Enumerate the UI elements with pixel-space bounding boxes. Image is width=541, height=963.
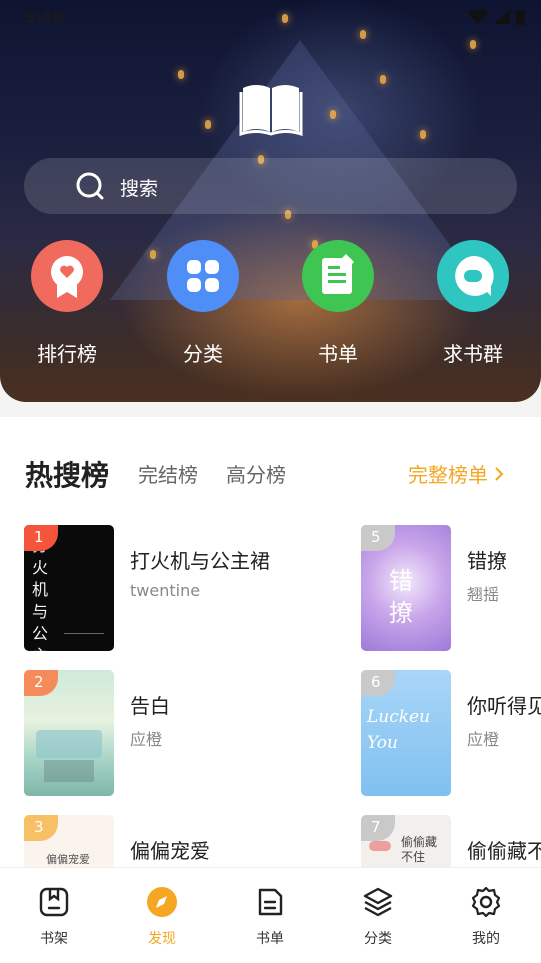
chevron-right-icon (495, 466, 504, 481)
quick-link-category[interactable]: 分类 (148, 240, 258, 367)
status-icons (468, 10, 525, 25)
book-title: 打火机与公主裙 (130, 549, 270, 573)
signal-icon (494, 10, 510, 24)
book-item[interactable]: Luckeu You 6 你听得见 应橙 (361, 670, 541, 798)
status-bar: 5:40 (0, 0, 541, 34)
cover-title: Luckeu You (367, 707, 431, 753)
quick-link-label: 排行榜 (37, 342, 97, 366)
layers-icon (363, 887, 393, 917)
quick-link-label: 书单 (318, 342, 358, 366)
nav-label: 书单 (256, 931, 284, 947)
booklist-icon (302, 240, 374, 312)
wifi-icon (468, 10, 488, 24)
book-title: 偏偏宠爱 (130, 839, 210, 863)
bookshelf-icon (39, 887, 69, 917)
open-book-icon (239, 85, 303, 136)
quick-link-ranking[interactable]: 排行榜 (12, 240, 122, 367)
book-item[interactable]: 打火机与公主裙 1 打火机与公主裙 twentine (24, 525, 344, 653)
header-hero: 5:40 搜索 排行榜 分类 书单 求书群 (0, 0, 541, 402)
app-root: 5:40 搜索 排行榜 分类 书单 求书群 热搜榜 完结榜 高分榜 完整榜单 火… (0, 0, 541, 963)
tab-hot-search[interactable]: 热搜榜 (25, 454, 109, 494)
nav-label: 书架 (40, 931, 68, 947)
quick-link-label: 求书群 (443, 342, 503, 366)
cover-title: 偷偷藏不住 (401, 835, 438, 864)
bottom-nav: 书架 发现 书单 分类 我的 (0, 867, 541, 963)
tab-high-score[interactable]: 高分榜 (226, 459, 286, 488)
quick-link-label: 分类 (183, 342, 223, 366)
settings-icon (471, 886, 501, 918)
nav-booklist[interactable]: 书单 (216, 868, 324, 963)
book-author: 应橙 (130, 730, 163, 749)
book-title: 你听得见 (467, 694, 541, 718)
nav-bookshelf[interactable]: 书架 (0, 868, 108, 963)
ranking-icon (31, 240, 103, 312)
book-author: twentine (130, 581, 201, 600)
tab-completed[interactable]: 完结榜 (138, 459, 198, 488)
book-author: 翘摇 (467, 585, 500, 604)
nav-discover[interactable]: 发现 (108, 868, 216, 963)
search-bar[interactable]: 搜索 (24, 158, 517, 214)
category-icon (167, 240, 239, 312)
status-time: 5:40 (24, 8, 64, 27)
full-list-label: 完整榜单 (408, 463, 488, 487)
cover-title: 偏偏宠爱 (46, 853, 90, 866)
book-title: 偷偷藏不住 (467, 839, 541, 863)
book-item[interactable]: 错撩 5 错撩 翘摇 (361, 525, 541, 653)
nav-category[interactable]: 分类 (324, 868, 432, 963)
book-item[interactable]: 2 告白 应橙 (24, 670, 344, 798)
book-title: 错撩 (467, 549, 507, 573)
search-icon (76, 172, 104, 200)
booklist-icon (258, 888, 283, 916)
search-label: 搜索 (120, 178, 159, 200)
nav-mine[interactable]: 我的 (432, 868, 540, 963)
cover-title: 打火机与公主裙 (32, 536, 49, 651)
nav-label: 我的 (472, 931, 500, 947)
nav-label: 发现 (148, 931, 176, 947)
discover-icon (147, 887, 177, 917)
quick-link-booklist[interactable]: 书单 (283, 240, 393, 367)
nav-label: 分类 (364, 931, 392, 947)
book-author: 应橙 (467, 730, 500, 749)
cover-title: 错撩 (389, 567, 413, 627)
quick-link-chat-group[interactable]: 求书群 (418, 240, 528, 367)
full-list-link[interactable]: 完整榜单 (408, 459, 504, 488)
battery-icon (516, 10, 525, 25)
chat-group-icon (437, 240, 509, 312)
book-title: 告白 (130, 694, 170, 718)
